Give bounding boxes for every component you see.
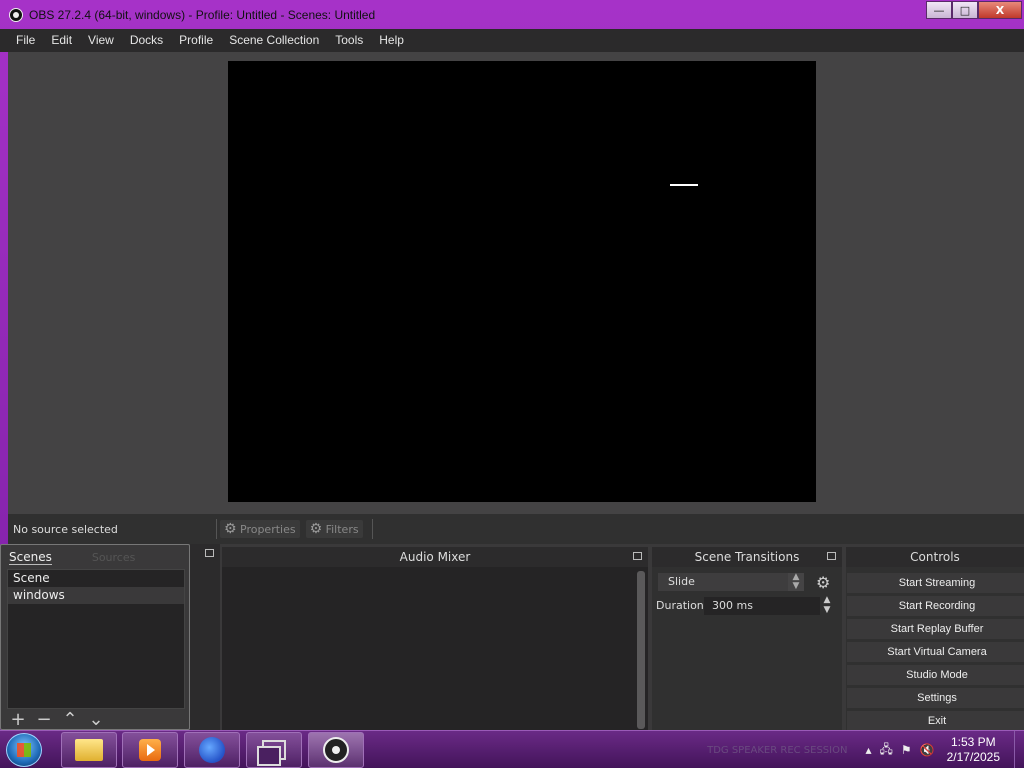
media-player-icon <box>139 739 161 761</box>
audio-mixer-header: Audio Mixer <box>222 547 648 567</box>
start-button[interactable] <box>6 733 42 767</box>
float-icon[interactable] <box>633 552 642 560</box>
gear-icon[interactable]: ⚙ <box>816 573 830 592</box>
source-toolbar: No source selected ⚙ Properties ⚙ Filter… <box>8 514 1024 544</box>
filter-icon: ⚙ <box>309 521 323 537</box>
start-virtual-camera-button[interactable]: Start Virtual Camera <box>847 642 1024 662</box>
controls-title: Controls <box>910 550 960 564</box>
tab-sources-ghost: Sources <box>91 550 136 564</box>
controls-header: Controls <box>846 547 1024 567</box>
scene-list: Scene windows <box>7 569 185 709</box>
duration-field[interactable]: 300 ms <box>704 597 820 615</box>
menu-edit[interactable]: Edit <box>43 29 80 52</box>
add-icon[interactable]: + <box>9 711 27 729</box>
taskbar-obs[interactable] <box>308 732 364 768</box>
menu-profile[interactable]: Profile <box>171 29 221 52</box>
audio-mixer-panel <box>222 567 648 730</box>
settings-button[interactable]: Settings <box>847 688 1024 708</box>
toolbar-divider <box>371 519 373 539</box>
taskbar-media-player[interactable] <box>122 732 178 768</box>
menu-tools[interactable]: Tools <box>327 29 371 52</box>
tray-ghost-text: TDG SPEAKER REC SESSION <box>707 744 848 756</box>
taskbar-firefox[interactable] <box>184 732 240 768</box>
scene-item[interactable]: windows <box>8 587 184 604</box>
obs-app-icon <box>9 7 23 22</box>
maximize-button[interactable]: □ <box>952 1 978 19</box>
show-desktop-button[interactable] <box>1014 731 1024 768</box>
mixer-scrollbar[interactable] <box>637 571 645 729</box>
start-recording-button[interactable]: Start Recording <box>847 596 1024 616</box>
start-replay-buffer-button[interactable]: Start Replay Buffer <box>847 619 1024 639</box>
move-up-icon[interactable]: ⌃ <box>61 711 79 729</box>
duration-label: Duration <box>656 599 704 612</box>
studio-mode-button[interactable]: Studio Mode <box>847 665 1024 685</box>
menu-view[interactable]: View <box>80 29 122 52</box>
explorer-icon <box>75 739 103 761</box>
window-controls: — □ X <box>926 1 1022 19</box>
exit-button[interactable]: Exit <box>847 711 1024 731</box>
toolbar-divider <box>216 519 217 539</box>
task-view-icon <box>257 740 286 766</box>
title-bar[interactable]: OBS 27.2.4 (64-bit, windows) - Profile: … <box>0 0 1024 29</box>
transition-value: Slide <box>668 575 695 588</box>
taskbar-task-view[interactable] <box>246 732 302 768</box>
tab-scenes[interactable]: Scenes <box>9 550 52 565</box>
menu-file[interactable]: File <box>8 29 43 52</box>
start-streaming-button[interactable]: Start Streaming <box>847 573 1024 593</box>
clock-date: 2/17/2025 <box>946 750 1000 764</box>
properties-button[interactable]: ⚙ Properties <box>220 520 300 538</box>
action-center-flag-icon[interactable]: ⚑ <box>901 743 912 757</box>
scene-transitions-header: Scene Transitions <box>652 547 842 567</box>
move-down-icon[interactable]: ⌄ <box>87 711 105 729</box>
minimize-button[interactable]: — <box>926 1 952 19</box>
transition-select[interactable]: Slide ▲ ▼ <box>658 573 804 591</box>
volume-muted-icon[interactable]: 🔇 <box>920 743 935 757</box>
controls-panel: Start Streaming Start Recording Start Re… <box>846 567 1024 731</box>
scenes-dock: Scenes Sources Scene windows + − ⌃ ⌄ <box>0 544 190 730</box>
remove-icon[interactable]: − <box>35 711 53 729</box>
scene-transitions-title: Scene Transitions <box>694 550 800 564</box>
preview-canvas[interactable] <box>228 61 816 502</box>
menu-help[interactable]: Help <box>371 29 412 52</box>
float-icon[interactable] <box>205 549 214 557</box>
system-tray: TDG SPEAKER REC SESSION ▴ 🖧 ⚑ 🔇 1:53 PM … <box>707 731 1024 768</box>
preview-cursor-mark <box>670 184 698 186</box>
audio-mixer-title: Audio Mixer <box>399 550 471 564</box>
menu-scene-collection[interactable]: Scene Collection <box>221 29 327 52</box>
menu-docks[interactable]: Docks <box>122 29 171 52</box>
gear-icon: ⚙ <box>224 521 237 537</box>
source-status: No source selected <box>13 522 118 536</box>
select-arrows-icon: ▲ ▼ <box>788 573 804 591</box>
scene-toolbar: + − ⌃ ⌄ <box>9 711 105 729</box>
firefox-icon <box>199 737 225 763</box>
tray-expand-icon[interactable]: ▴ <box>865 743 871 757</box>
obs-client-area: File Edit View Docks Profile Scene Colle… <box>0 29 1024 731</box>
filters-button[interactable]: ⚙ Filters <box>305 520 363 538</box>
properties-label: Properties <box>240 522 296 536</box>
menu-bar: File Edit View Docks Profile Scene Colle… <box>0 29 1024 52</box>
sources-dock <box>190 544 220 730</box>
scene-item[interactable]: Scene <box>8 570 184 587</box>
float-icon[interactable] <box>827 552 836 560</box>
obs-icon <box>323 737 349 763</box>
taskbar-explorer[interactable] <box>61 732 117 768</box>
window-title: OBS 27.2.4 (64-bit, windows) - Profile: … <box>29 7 376 22</box>
preview-area <box>8 52 1024 514</box>
clock[interactable]: 1:53 PM 2/17/2025 <box>947 735 1000 765</box>
scenes-dock-header: Scenes Sources <box>1 547 191 567</box>
filters-label: Filters <box>325 522 359 536</box>
scene-transitions-panel: Slide ▲ ▼ ⚙ Duration 300 ms ▲ ▼ <box>652 567 842 730</box>
close-button[interactable]: X <box>978 1 1022 19</box>
network-icon[interactable]: 🖧 <box>880 740 893 761</box>
clock-time: 1:53 PM <box>950 735 996 749</box>
taskbar: TDG SPEAKER REC SESSION ▴ 🖧 ⚑ 🔇 1:53 PM … <box>0 730 1024 768</box>
duration-stepper[interactable]: ▲ ▼ <box>820 595 834 617</box>
obs-window: OBS 27.2.4 (64-bit, windows) - Profile: … <box>0 0 1024 731</box>
